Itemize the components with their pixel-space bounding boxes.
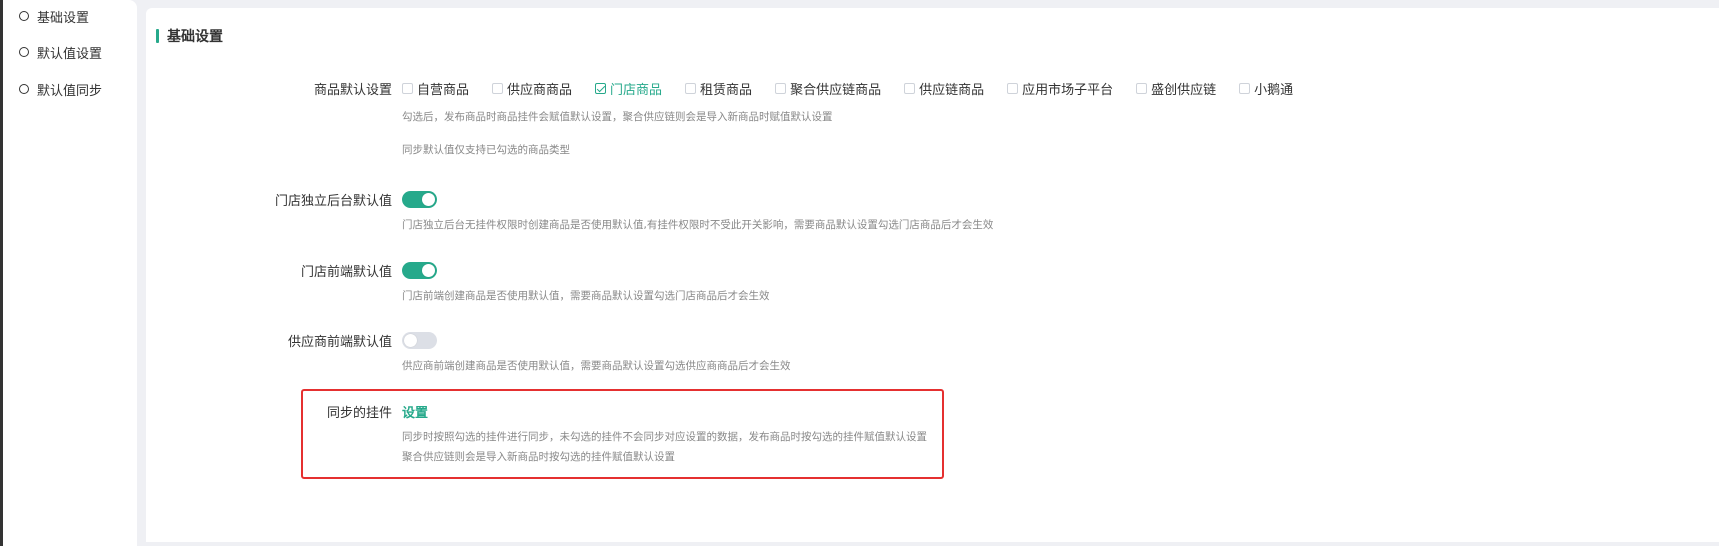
- store-backend-default-hint: 门店独立后台无挂件权限时创建商品是否使用默认值,有挂件权限时不受此开关影响，需要…: [402, 219, 994, 231]
- sync-widgets-hint: 同步时按照勾选的挂件进行同步，未勾选的挂件不会同步对应设置的数据，发布商品时按勾…: [402, 431, 927, 443]
- sidebar-item-default-settings[interactable]: 默认值设置: [19, 42, 102, 62]
- product-default-sync-hint: 同步默认值仅支持已勾选的商品类型: [402, 144, 570, 156]
- sync-widgets-hint-aggregate: 聚合供应链则会是导入新商品时按勾选的挂件赋值默认设置: [402, 451, 675, 463]
- toggle-knob: [422, 193, 435, 206]
- product-type-checkbox-group: 自营商品 供应商商品 门店商品 租赁商品 聚合供应链商品 供应链商品 应用市场子…: [402, 78, 1316, 98]
- checkbox-icon: [685, 82, 697, 94]
- checkbox-app-market-subplatform[interactable]: 应用市场子平台: [1007, 79, 1113, 98]
- product-default-label: 商品默认设置: [313, 83, 392, 98]
- checkbox-icon: [402, 82, 413, 94]
- toggle-knob: [404, 334, 417, 347]
- checkbox-icon: [492, 82, 504, 94]
- checkbox-supplier[interactable]: 供应商商品: [492, 79, 572, 98]
- supplier-frontend-default-hint: 供应商前端创建商品是否使用默认值，需要商品默认设置勾选供应商商品后才会生效: [402, 360, 791, 372]
- checkbox-icon: [775, 82, 787, 94]
- store-backend-default-toggle[interactable]: [402, 191, 437, 208]
- sidebar-item-basic-settings[interactable]: 基础设置: [19, 6, 89, 26]
- sidebar-item-label: 默认值设置: [37, 46, 103, 62]
- checkbox-icon: [1136, 82, 1148, 94]
- sidebar: 基础设置 默认值设置 默认值同步: [3, 0, 137, 546]
- section-title: 基础设置: [167, 29, 223, 45]
- checkbox-rental[interactable]: 租赁商品: [685, 79, 752, 98]
- sync-widgets-setting-link[interactable]: 设置: [402, 402, 428, 421]
- sync-widgets-label: 同步的挂件: [326, 406, 392, 421]
- radio-circle-icon: [19, 11, 29, 21]
- checkbox-icon: [904, 82, 916, 94]
- checkbox-icon: [1007, 82, 1019, 94]
- store-backend-default-label: 门店独立后台默认值: [274, 194, 392, 209]
- store-frontend-default-toggle[interactable]: [402, 262, 437, 279]
- supplier-frontend-default-label: 供应商前端默认值: [287, 335, 392, 350]
- checkbox-store[interactable]: 门店商品: [595, 79, 662, 98]
- section-accent-bar: [156, 29, 159, 43]
- checkbox-icon: [1239, 82, 1251, 94]
- sidebar-item-default-sync[interactable]: 默认值同步: [19, 79, 102, 99]
- store-frontend-default-hint: 门店前端创建商品是否使用默认值，需要商品默认设置勾选门店商品后才会生效: [402, 290, 770, 302]
- checkbox-aggregate-supply-chain[interactable]: 聚合供应链商品: [775, 79, 881, 98]
- checkbox-supply-chain[interactable]: 供应链商品: [904, 79, 984, 98]
- supplier-frontend-default-toggle[interactable]: [402, 332, 437, 349]
- product-default-hint: 勾选后，发布商品时商品挂件会赋值默认设置，聚合供应链则会是导入新商品时赋值默认设…: [402, 111, 833, 123]
- main-panel: 基础设置 商品默认设置 自营商品 供应商商品 门店商品 租赁商品 聚合供应链商品…: [146, 8, 1719, 542]
- store-frontend-default-label: 门店前端默认值: [300, 265, 392, 280]
- section-header: 基础设置: [156, 26, 223, 46]
- checkbox-xiaoetong[interactable]: 小鹅通: [1239, 79, 1293, 98]
- sidebar-item-label: 基础设置: [37, 10, 90, 26]
- radio-circle-icon: [19, 84, 29, 94]
- checkbox-self-operated[interactable]: 自营商品: [402, 79, 469, 98]
- checkbox-checked-icon: [595, 82, 607, 94]
- toggle-knob: [422, 264, 435, 277]
- radio-circle-icon: [19, 47, 29, 57]
- app-window: 基础设置 默认值设置 默认值同步 基础设置 商品默认设置 自营商品 供应商商品: [0, 0, 1719, 546]
- sidebar-item-label: 默认值同步: [37, 83, 103, 99]
- checkbox-shengchuang-supply-chain[interactable]: 盛创供应链: [1136, 79, 1216, 98]
